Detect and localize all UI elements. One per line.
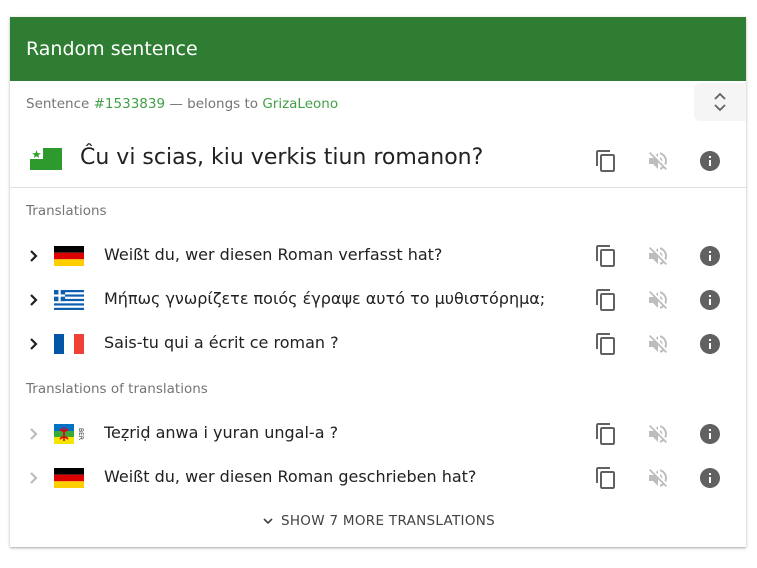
translation-row-german: Weißt du, wer diesen Roman verfasst hat? bbox=[10, 234, 746, 278]
chevron-right-icon[interactable] bbox=[24, 334, 44, 354]
berber-flag-icon: BER bbox=[54, 424, 84, 444]
greece-flag-icon bbox=[54, 290, 84, 310]
chevron-down-icon bbox=[263, 518, 273, 525]
copy-icon[interactable] bbox=[594, 422, 618, 446]
audio-unavailable-icon bbox=[649, 425, 667, 443]
info-icon[interactable] bbox=[698, 244, 722, 268]
main-sentence-text: Ĉu vi scias, kiu verkis tiun romanon? bbox=[80, 145, 484, 170]
card-title: Random sentence bbox=[26, 38, 198, 60]
translation-text: Μήπως γνωρίζετε ποιός έγραψε αυτό το μυθ… bbox=[104, 289, 546, 308]
show-more-translations-button[interactable]: SHOW 7 MORE TRANSLATIONS bbox=[10, 513, 746, 529]
show-more-label: SHOW 7 MORE TRANSLATIONS bbox=[280, 513, 496, 529]
translation-row-french: Sais-tu qui a écrit ce roman ? bbox=[10, 322, 746, 366]
info-icon[interactable] bbox=[698, 288, 722, 312]
info-icon[interactable] bbox=[698, 149, 722, 173]
indirect-translation-text: Weißt du, wer diesen Roman geschrieben h… bbox=[104, 467, 477, 486]
card-header: Random sentence bbox=[10, 17, 746, 81]
copy-icon[interactable] bbox=[594, 332, 618, 356]
indirect-translation-text: Teẓriḍ anwa i yuran ungal-a ? bbox=[104, 423, 339, 442]
translation-text: Weißt du, wer diesen Roman verfasst hat? bbox=[104, 245, 443, 264]
audio-unavailable-icon bbox=[649, 247, 667, 265]
copy-icon[interactable] bbox=[594, 466, 618, 490]
germany-flag-icon bbox=[54, 468, 84, 488]
translations-of-translations-heading: Translations of translations bbox=[26, 381, 208, 397]
chevron-right-icon[interactable] bbox=[24, 246, 44, 266]
expand-collapse-button[interactable] bbox=[694, 83, 746, 121]
sentence-meta: Sentence #1533839 — belongs to GrizaLeon… bbox=[26, 96, 339, 112]
france-flag-icon bbox=[54, 334, 84, 354]
audio-unavailable-icon bbox=[649, 335, 667, 353]
unfold-icon bbox=[714, 92, 726, 112]
audio-unavailable-icon bbox=[649, 291, 667, 309]
chevron-right-icon[interactable] bbox=[24, 468, 44, 488]
info-icon[interactable] bbox=[698, 332, 722, 356]
copy-icon[interactable] bbox=[594, 149, 618, 173]
info-icon[interactable] bbox=[698, 422, 722, 446]
copy-icon[interactable] bbox=[594, 288, 618, 312]
chevron-right-icon[interactable] bbox=[24, 290, 44, 310]
audio-unavailable-icon bbox=[649, 152, 667, 170]
translation-row-greek: Μήπως γνωρίζετε ποιός έγραψε αυτό το μυθ… bbox=[10, 278, 746, 322]
indirect-row-berber: BER Teẓriḍ anwa i yuran ungal-a ? bbox=[10, 412, 746, 456]
translation-text: Sais-tu qui a écrit ce roman ? bbox=[104, 333, 339, 352]
translations-heading: Translations bbox=[26, 203, 107, 219]
copy-icon[interactable] bbox=[594, 244, 618, 268]
chevron-right-icon[interactable] bbox=[24, 424, 44, 444]
esperanto-flag-icon bbox=[30, 148, 62, 170]
berber-flag-label: BER bbox=[77, 428, 84, 440]
main-sentence-row: Ĉu vi scias, kiu verkis tiun romanon? bbox=[10, 135, 746, 188]
owner-link[interactable]: GrizaLeono bbox=[262, 96, 338, 112]
indirect-row-german: Weißt du, wer diesen Roman geschrieben h… bbox=[10, 456, 746, 500]
random-sentence-card: Random sentence Sentence #1533839 — belo… bbox=[10, 17, 746, 547]
audio-unavailable-icon bbox=[649, 469, 667, 487]
germany-flag-icon bbox=[54, 246, 84, 266]
sentence-id-link[interactable]: #1533839 bbox=[94, 96, 165, 112]
info-icon[interactable] bbox=[698, 466, 722, 490]
